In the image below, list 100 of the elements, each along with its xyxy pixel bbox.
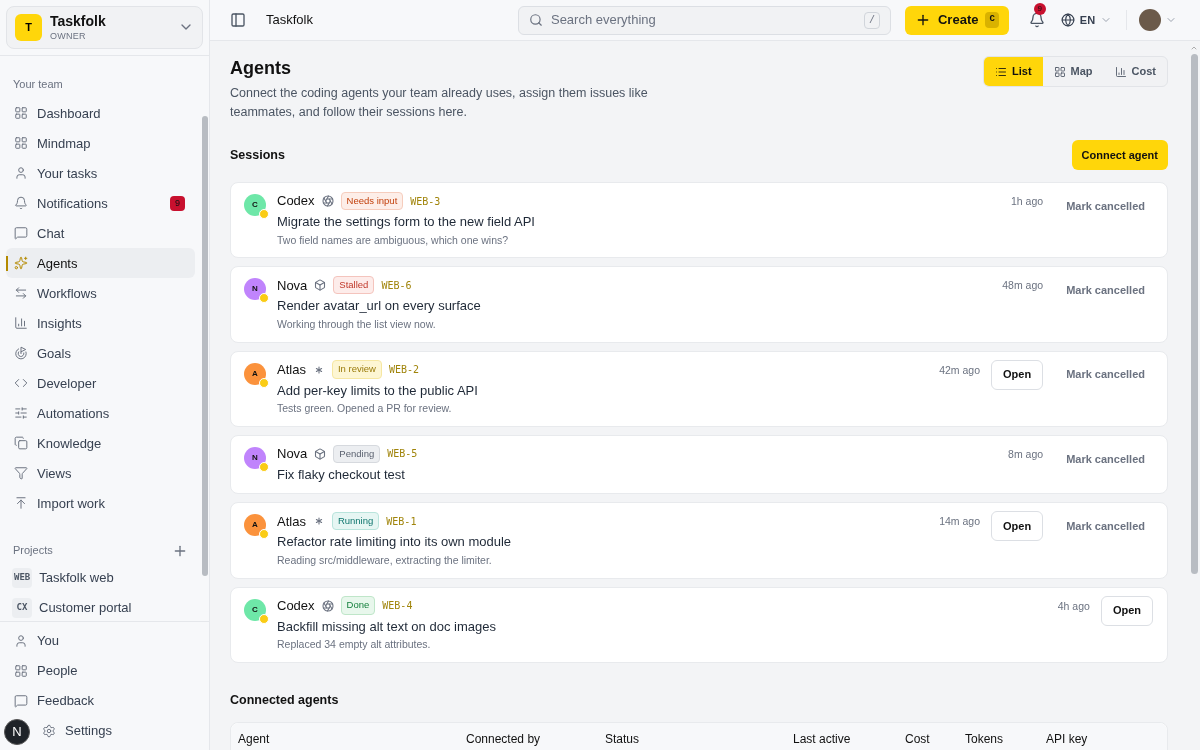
open-button[interactable]: Open [991,511,1044,542]
session-title: Backfill missing alt text on doc images [277,617,497,636]
column-header: Last active [793,730,852,748]
session-card[interactable]: C Codex Needs input WEB-3 Migrate the settings form to the new field API Two field names are ambiguous, which one wins? 1h ago Mark cancelled [230,182,1168,259]
user-icon [14,166,28,181]
timestamp: 4h ago [1057,598,1090,614]
session-detail: Two field names are ambiguous, which one wins? [277,232,510,248]
nav-item[interactable]: Import work [6,488,195,519]
settings-icon [42,724,56,738]
mark-cancelled-button[interactable]: Mark cancelled [1058,275,1153,306]
nav-item[interactable]: Your tasks [6,158,195,189]
session-title: Migrate the settings form to the new field API [277,213,536,231]
agent-avatar: C [244,194,266,216]
language-selector[interactable]: EN [1060,11,1113,29]
user-icon [14,634,28,648]
mark-cancelled-button[interactable]: Mark cancelled [1058,443,1153,474]
nav-item[interactable]: Automations [6,398,195,429]
nav-item[interactable]: Mindmap [6,128,195,159]
session-card[interactable]: A Atlas Running WEB-1 Refactor rate limiting into its own module Reading src/middleware, extracting the limiter. 14m ago Open Mark cancelled [230,502,1168,579]
agent-avatar: C [244,598,266,621]
sidebar-toggle-icon[interactable] [230,12,246,28]
breadcrumb-title: Taskfolk [266,11,313,30]
scroll-up-icon[interactable] [1190,44,1198,52]
count-badge: 9 [170,195,185,211]
search-input[interactable]: Search everything [550,10,856,30]
connect-agent-button[interactable]: Connect agent [1071,140,1168,170]
floating-action-button[interactable]: N [4,719,30,745]
page-description: Connect the coding agents your team already uses, assign them issues like teammates, and follow their sessions here. [230,85,649,121]
active-indicator [6,256,8,272]
nav-item[interactable]: Views [6,458,195,489]
page-title: Agents [230,57,292,80]
nav-item[interactable]: Settings [34,716,120,746]
agent-name: Codex [277,596,315,615]
nav-item[interactable]: Insights [6,308,195,339]
mark-cancelled-button[interactable]: Mark cancelled [1058,511,1153,542]
view-tab[interactable]: Cost [1103,57,1167,86]
nav-item[interactable]: Chat [6,218,195,249]
workspace-name: Taskfolk [50,13,106,31]
status-badge: Stalled [333,276,375,295]
grid-icon [14,664,28,678]
issue-id[interactable]: WEB-2 [388,362,420,377]
view-tab[interactable]: Map [1042,57,1104,86]
open-button[interactable]: Open [1100,595,1153,626]
nav-item[interactable]: Goals [6,338,195,369]
user-menu[interactable] [1139,9,1178,31]
nav-item[interactable]: Developer [6,368,195,399]
column-header: Status [605,730,641,748]
timestamp: 42m ago [939,362,980,378]
status-badge: Done [340,596,376,615]
issue-id[interactable]: WEB-1 [386,513,417,529]
nav-item[interactable]: Notifications 9 [6,188,195,219]
bar-chart-icon [14,316,28,331]
issue-id[interactable]: WEB-4 [382,598,413,613]
section-heading: Your team [12,76,64,92]
timestamp: 48m ago [1002,278,1044,294]
column-header: Connected by [466,730,542,748]
workspace-switcher[interactable]: T Taskfolk OWNER [6,6,203,49]
session-title: Refactor rate limiting into its own module [277,533,513,552]
mark-cancelled-button[interactable]: Mark cancelled [1058,359,1153,390]
status-badge: In review [331,360,382,379]
issue-id[interactable]: WEB-3 [410,193,441,209]
chat-icon [14,694,28,708]
project-item[interactable]: CX Customer portal [6,592,195,621]
nav-item[interactable]: People [6,656,203,686]
agent-avatar: N [244,446,266,469]
session-card[interactable]: N Nova Stalled WEB-6 Render avatar_url on every surface Working through the list view now. 48m ago Mark cancelled [230,266,1168,343]
column-header: Cost [905,730,931,748]
nav-item[interactable]: You [6,626,203,656]
globe-icon [1060,13,1075,27]
project-item[interactable]: WEB Taskfolk web [6,562,195,593]
create-button[interactable]: Create C [904,5,1009,35]
filter-icon [14,466,28,481]
open-button[interactable]: Open [991,359,1044,390]
session-card[interactable]: N Nova Pending WEB-5 Fix flaky checkout test 8m ago Mark cancelled [230,434,1168,495]
goal-icon [14,346,28,361]
project-code: WEB [12,568,33,588]
bell-icon[interactable] [1028,12,1045,28]
notification-badge: 9 [1033,3,1046,15]
bar-chart-icon [1114,65,1127,78]
search-field[interactable]: Search everything / [517,5,891,35]
agent-avatar: A [244,514,266,537]
cube-icon [314,447,327,460]
timestamp: 8m ago [1008,446,1044,462]
mark-cancelled-button[interactable]: Mark cancelled [1058,191,1153,221]
view-tab[interactable]: List [984,57,1043,86]
issue-id[interactable]: WEB-5 [387,446,418,462]
nav-item[interactable]: Dashboard [6,98,195,129]
nav-item[interactable]: Knowledge [6,428,195,459]
nav-item[interactable]: Workflows [6,278,195,309]
agent-avatar: N [244,278,266,301]
session-card[interactable]: A Atlas In review WEB-2 Add per-key limits to the public API Tests green. Opened a PR for review. 42m ago Open Mark cancelled [230,350,1168,427]
nav-item[interactable]: Feedback [6,686,203,716]
agent-avatar: A [244,362,266,385]
issue-id[interactable]: WEB-6 [381,277,412,293]
session-card[interactable]: C Codex Done WEB-4 Backfill missing alt text on doc images Replaced 34 empty alt attributes. 4h ago Open [230,586,1168,663]
column-header: Tokens [965,730,1005,748]
section-title: Sessions [230,146,285,164]
session-title: Fix flaky checkout test [277,465,406,484]
aperture-icon [321,599,334,612]
nav-item[interactable]: Agents [6,248,195,279]
